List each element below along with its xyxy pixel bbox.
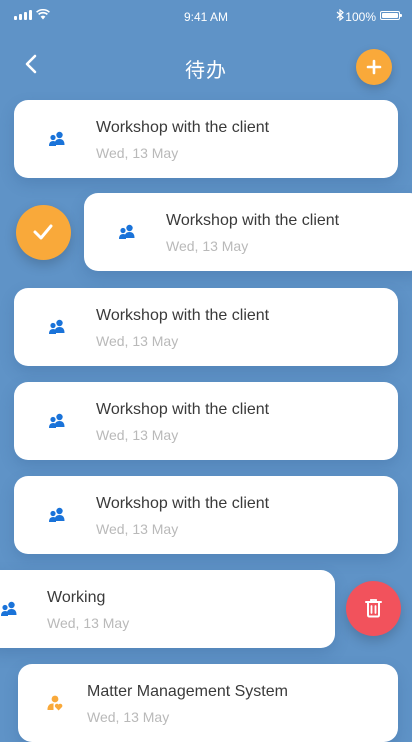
users-icon <box>119 224 135 239</box>
battery-icon <box>380 11 402 20</box>
users-icon <box>49 413 65 428</box>
page-title: 待办 <box>185 58 227 82</box>
item-title: Working <box>47 589 106 606</box>
list-item[interactable]: Workshop with the client Wed, 13 May <box>14 382 398 460</box>
list-item[interactable]: Workshop with the client Wed, 13 May <box>14 100 398 178</box>
nav-bar: 待办 <box>0 44 412 90</box>
item-title: Workshop with the client <box>96 307 270 324</box>
item-title: Workshop with the client <box>96 401 270 418</box>
users-icon <box>49 131 65 146</box>
item-date: Wed, 13 May <box>96 145 179 161</box>
list-item[interactable]: Workshop with the client Wed, 13 May <box>84 193 412 271</box>
list-item[interactable]: Workshop with the client Wed, 13 May <box>14 476 398 554</box>
item-date: Wed, 13 May <box>96 521 179 537</box>
item-title: Workshop with the client <box>96 119 270 136</box>
users-icon <box>49 319 65 334</box>
item-date: Wed, 13 May <box>47 615 130 631</box>
bluetooth-icon <box>336 9 344 21</box>
delete-button[interactable] <box>346 581 401 636</box>
item-title: Matter Management System <box>87 683 288 700</box>
list-item[interactable]: Working Wed, 13 May <box>0 570 335 648</box>
item-date: Wed, 13 May <box>166 238 249 254</box>
plus-icon <box>366 59 382 75</box>
check-icon <box>33 224 53 240</box>
status-bar: 9:41 AM 100% <box>0 0 412 34</box>
item-date: Wed, 13 May <box>96 427 179 443</box>
item-date: Wed, 13 May <box>96 333 179 349</box>
list-item[interactable]: Workshop with the client Wed, 13 May <box>14 288 398 366</box>
add-button[interactable] <box>356 49 392 85</box>
battery-percent: 100% <box>345 10 376 24</box>
users-icon <box>49 507 65 522</box>
users-icon <box>1 601 17 616</box>
user-heart-icon <box>47 695 63 711</box>
complete-button[interactable] <box>16 205 71 260</box>
item-title: Workshop with the client <box>96 495 270 512</box>
item-date: Wed, 13 May <box>87 709 170 725</box>
list-item[interactable]: Matter Management System Wed, 13 May <box>18 664 398 742</box>
item-title: Workshop with the client <box>166 212 340 229</box>
trash-icon <box>365 599 382 618</box>
